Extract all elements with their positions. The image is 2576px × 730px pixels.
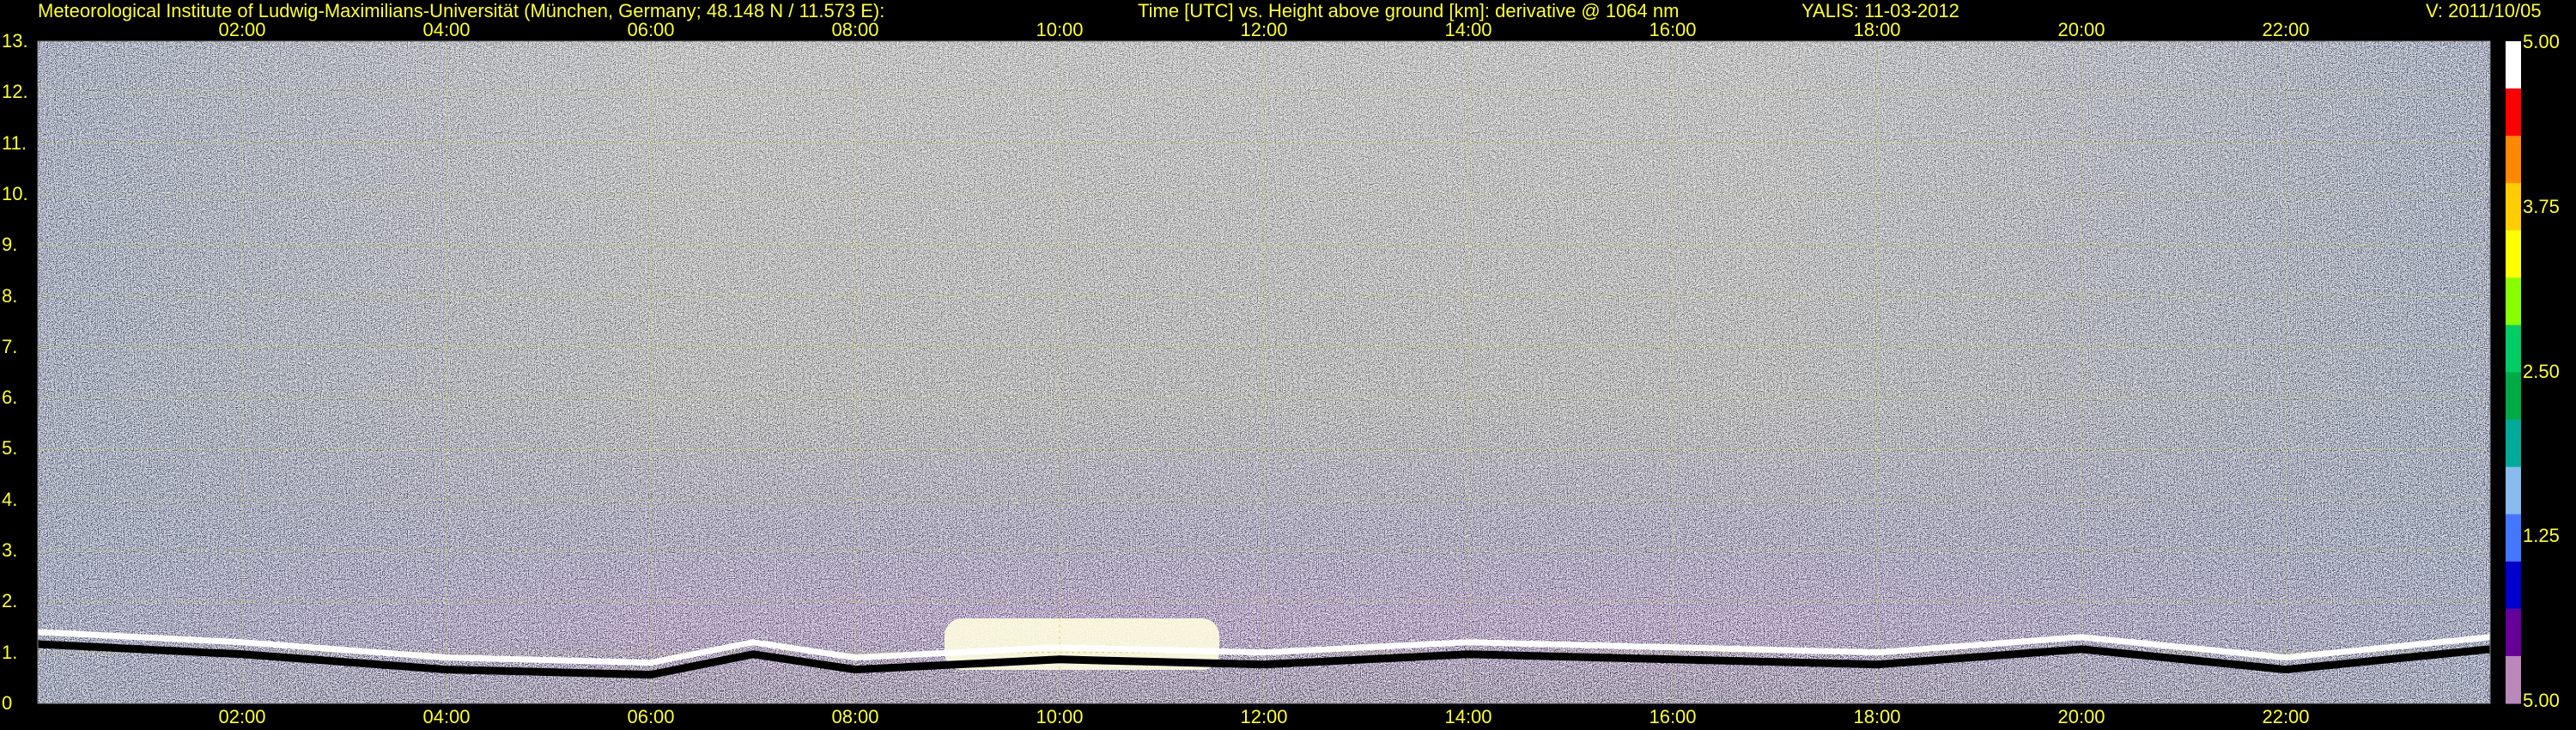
y-tick-label: 11. — [2, 131, 27, 154]
colorbar-segment — [2506, 88, 2521, 137]
colorbar-segment — [2506, 655, 2521, 704]
colorbar-segment — [2506, 608, 2521, 657]
lidar-heatmap-chart — [37, 40, 2521, 704]
colorbar-tick-label: 5.00 — [2523, 690, 2560, 711]
colorbar-segment — [2506, 230, 2521, 278]
x-tick-label-top: 10:00 — [1036, 19, 1084, 40]
x-tick-label-top: 16:00 — [1649, 19, 1697, 40]
x-tick-label-bottom: 06:00 — [627, 706, 675, 727]
x-tick-label-top: 04:00 — [422, 19, 471, 40]
x-tick-label-top: 06:00 — [627, 19, 675, 40]
x-tick-label-bottom: 20:00 — [2057, 706, 2105, 727]
colorbar-tick-label: 3.75 — [2523, 195, 2560, 217]
x-tick-label-top: 20:00 — [2057, 19, 2105, 40]
y-tick-label: 7. — [2, 335, 18, 357]
x-tick-label-top: 12:00 — [1240, 19, 1288, 40]
y-tick-label: 5. — [2, 437, 18, 459]
x-tick-label-top: 22:00 — [2262, 19, 2310, 40]
x-tick-label-top: 14:00 — [1444, 19, 1492, 40]
x-tick-label-bottom: 04:00 — [422, 706, 471, 727]
y-tick-label: 4. — [2, 488, 18, 510]
x-tick-label-bottom: 08:00 — [831, 706, 879, 727]
colorbar-segment — [2506, 561, 2521, 610]
y-tick-label: 0 — [2, 692, 13, 714]
y-tick-label: 2. — [2, 590, 18, 612]
x-tick-label-bottom: 12:00 — [1240, 706, 1288, 727]
colorbar-segment — [2506, 277, 2521, 325]
x-tick-label-bottom: 18:00 — [1853, 706, 1901, 727]
x-tick-label-top: 18:00 — [1853, 19, 1901, 40]
colorbar-tick-label: 1.25 — [2523, 525, 2560, 547]
x-tick-label-top: 02:00 — [218, 19, 266, 40]
x-tick-label-bottom: 02:00 — [218, 706, 266, 727]
x-tick-label-top: 08:00 — [831, 19, 879, 40]
colorbar — [2506, 41, 2521, 704]
y-tick-label: 8. — [2, 284, 18, 307]
y-tick-label: 13. — [2, 30, 28, 52]
colorbar-segment — [2506, 183, 2521, 231]
x-tick-label-bottom: 16:00 — [1649, 706, 1697, 727]
y-tick-label: 10. — [2, 182, 28, 204]
colorbar-segment — [2506, 466, 2521, 515]
colorbar-segment — [2506, 41, 2521, 89]
x-tick-label-bottom: 22:00 — [2262, 706, 2310, 727]
y-tick-label: 6. — [2, 386, 18, 409]
x-tick-label-bottom: 10:00 — [1036, 706, 1084, 727]
colorbar-segment — [2506, 136, 2521, 184]
y-tick-label: 12. — [2, 81, 28, 103]
x-tick-label-bottom: 14:00 — [1444, 706, 1492, 727]
colorbar-tick-label: 2.50 — [2523, 360, 2560, 382]
y-tick-label: 3. — [2, 539, 18, 562]
y-tick-label: 9. — [2, 234, 18, 256]
colorbar-segment — [2506, 325, 2521, 373]
colorbar-segment — [2506, 419, 2521, 468]
colorbar-tick-label: 5.00 — [2523, 31, 2560, 52]
colorbar-segment — [2506, 514, 2521, 563]
colorbar-segment — [2506, 372, 2521, 421]
y-tick-label: 1. — [2, 641, 18, 663]
